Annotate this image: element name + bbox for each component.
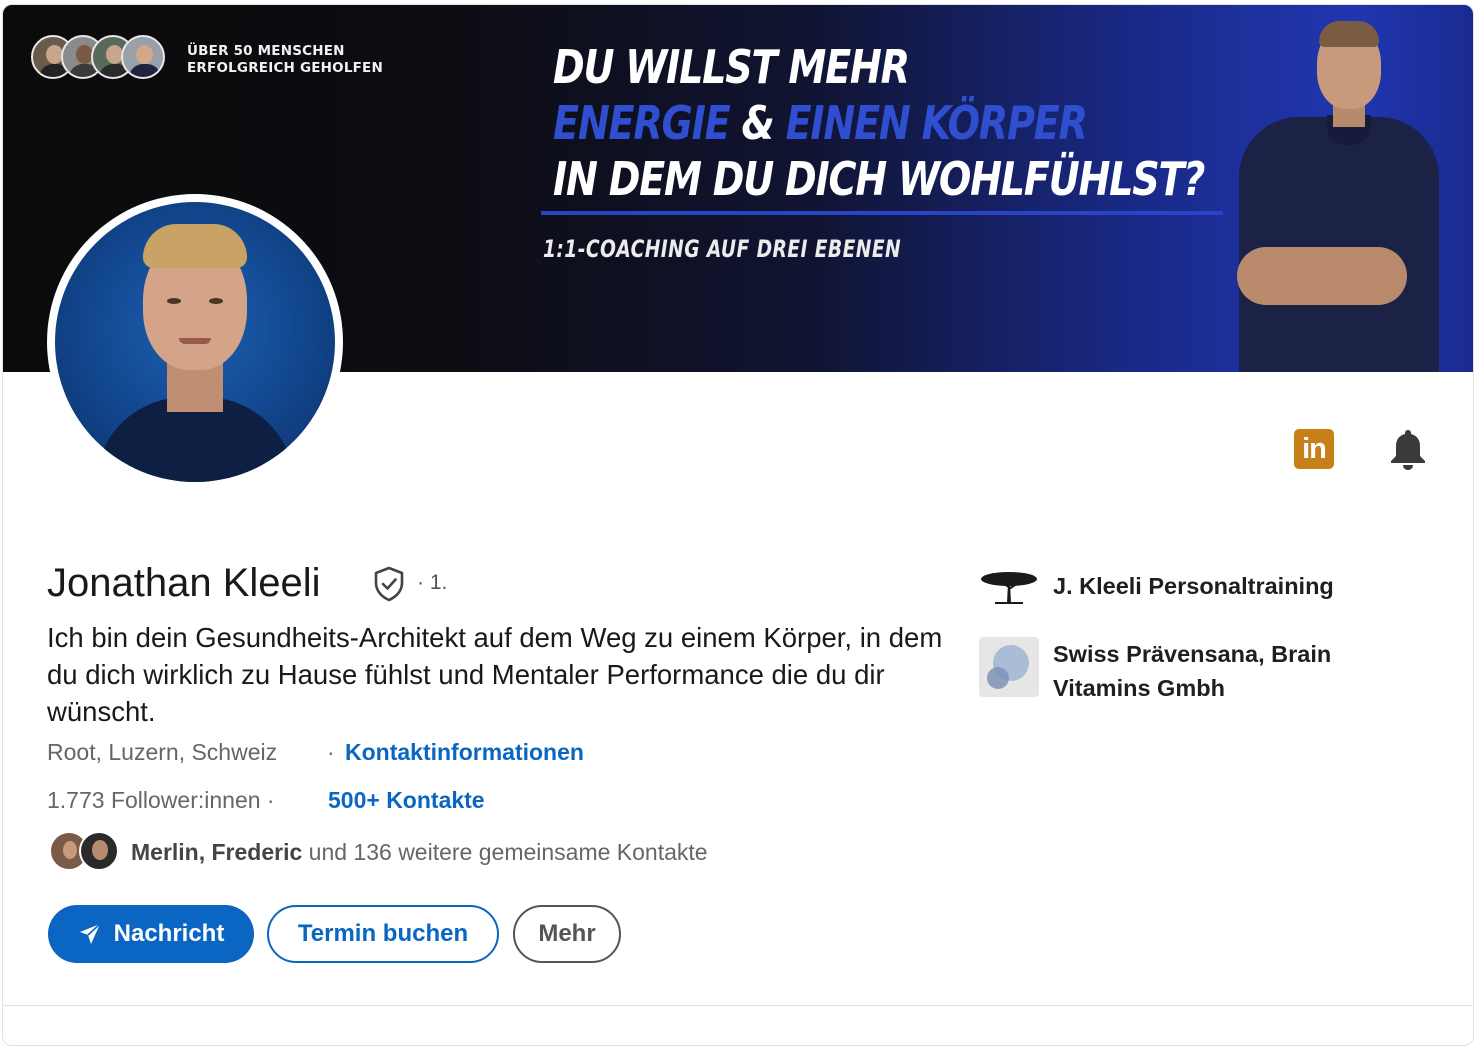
banner-divider: [541, 211, 1223, 215]
mutual-avatar: [79, 831, 119, 871]
banner-coach-photo: [1229, 17, 1439, 372]
separator-dot: ·: [327, 739, 335, 765]
connection-degree: · 1.: [417, 571, 448, 594]
mutual-contact-count: und 136 weitere gemeinsame Kontakte: [302, 839, 708, 865]
org-name[interactable]: J. Kleeli Personaltraining: [1053, 569, 1383, 603]
follower-count: 1.773 Follower:innen ·: [47, 787, 275, 813]
banner-headline-amp: &: [729, 96, 786, 150]
contact-info-link[interactable]: Kontaktinformationen: [345, 739, 584, 766]
banner-headline-line: ENERGIE & EINEN KÖRPER: [553, 95, 1134, 151]
message-button-label: Nachricht: [113, 920, 225, 947]
banner-badge-line: ÜBER 50 MENSCHEN: [187, 43, 345, 59]
card-divider: [3, 1005, 1473, 1006]
org-name[interactable]: Swiss Prävensana, Brain Vitamins Gmbh: [1053, 637, 1383, 705]
banner-headline-accent: EINEN KÖRPER: [785, 96, 1088, 150]
mutual-contact-names[interactable]: Merlin, Frederic: [131, 839, 302, 865]
banner-badge-line: ERFOLGREICH GEHOLFEN: [187, 60, 383, 76]
message-button[interactable]: Nachricht: [48, 905, 254, 963]
banner-headline-line: DU WILLST MEHR: [553, 40, 910, 94]
linkedin-icon[interactable]: in: [1294, 429, 1334, 469]
profile-photo: [55, 202, 335, 482]
org-item-personaltraining[interactable]: J. Kleeli Personaltraining: [979, 569, 1383, 629]
profile-name: Jonathan Kleeli: [47, 561, 321, 605]
profile-avatar[interactable]: [47, 194, 343, 490]
tree-logo-icon: [979, 569, 1039, 629]
profile-card: ÜBER 50 MENSCHEN ERFOLGREICH GEHOLFEN DU…: [2, 4, 1474, 1046]
banner-headline-accent: ENERGIE: [553, 96, 731, 150]
verified-shield-icon[interactable]: [371, 565, 407, 603]
profile-location: Root, Luzern, Schweiz: [47, 739, 278, 765]
banner-badge-text: ÜBER 50 MENSCHEN ERFOLGREICH GEHOLFEN: [187, 43, 383, 77]
book-appointment-button[interactable]: Termin buchen: [267, 905, 499, 963]
company-logo-icon: [979, 637, 1039, 697]
banner-headline-line: IN DEM DU DICH WOHLFÜHLST?: [553, 152, 1205, 206]
client-avatar: [121, 35, 165, 79]
bell-icon[interactable]: [1387, 427, 1429, 471]
mutual-contacts-avatars[interactable]: [49, 831, 129, 875]
banner-client-avatars: [31, 35, 181, 87]
send-icon: [79, 923, 101, 944]
more-button[interactable]: Mehr: [513, 905, 621, 963]
banner-headline: DU WILLST MEHR ENERGIE & EINEN KÖRPER IN…: [553, 39, 1205, 207]
banner-subline: 1:1-COACHING AUF DREI EBENEN: [543, 235, 902, 263]
mutual-contacts-text[interactable]: Merlin, Frederic und 136 weitere gemeins…: [131, 839, 708, 866]
connections-link[interactable]: 500+ Kontakte: [328, 787, 485, 814]
org-item-praevensana[interactable]: Swiss Prävensana, Brain Vitamins Gmbh: [979, 637, 1383, 705]
profile-headline: Ich bin dein Gesundheits-Architekt auf d…: [47, 622, 943, 727]
